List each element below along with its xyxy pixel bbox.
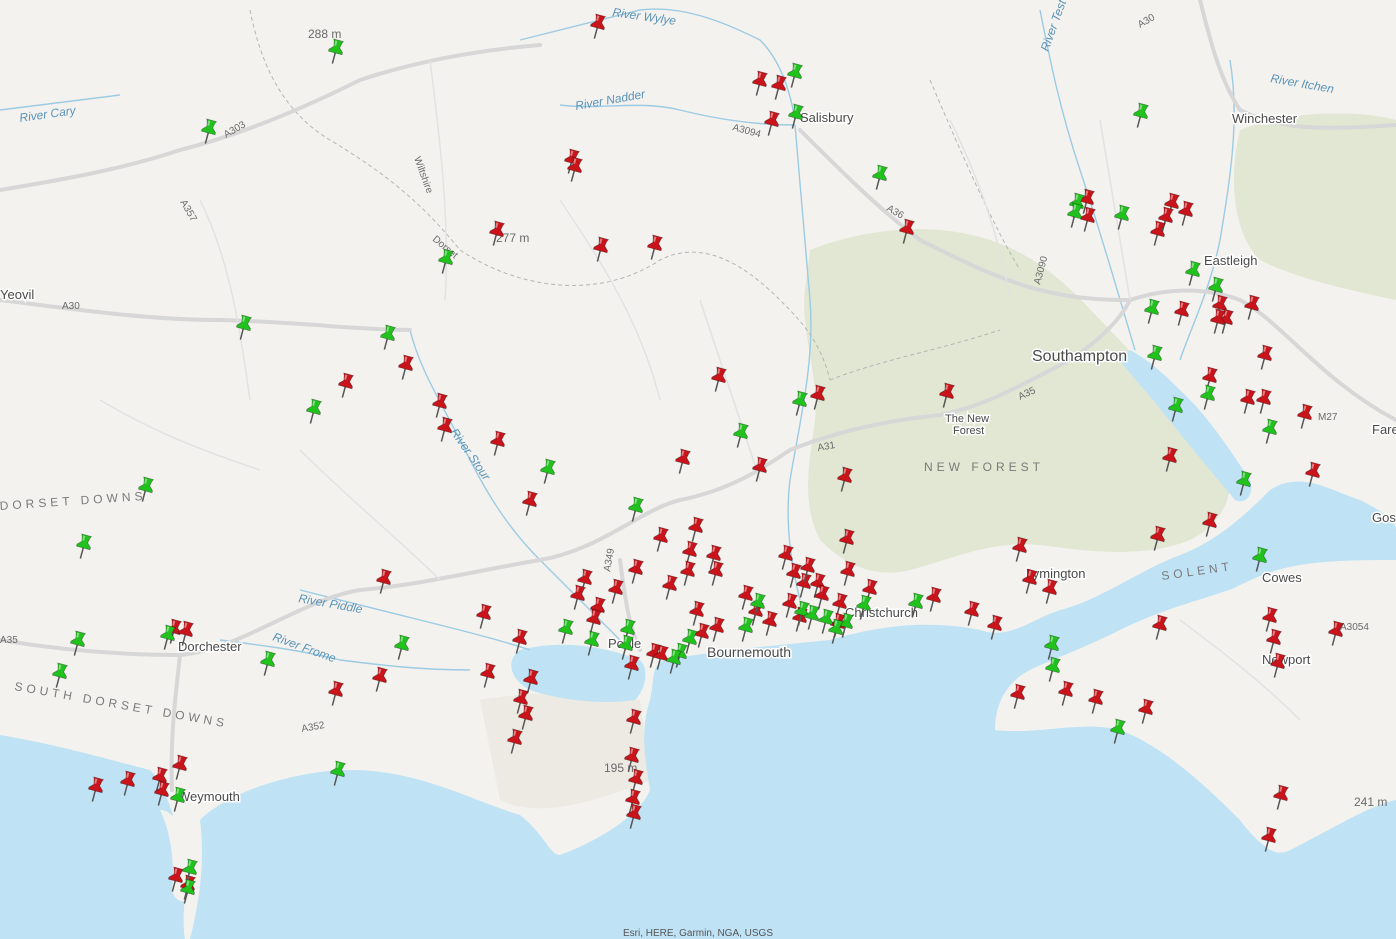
map-canvas[interactable]: River WylyeRiver NadderRiver CaryRiver T… [0, 0, 1396, 939]
place-label: Yeovil [0, 287, 34, 302]
road-label: M27 [1318, 412, 1338, 423]
place-label: Christchurch [845, 605, 918, 620]
place-label: Gos [1372, 510, 1396, 525]
road-label: A30 [62, 301, 80, 312]
place-label: Dorchester [178, 639, 242, 654]
place-label: The New [945, 413, 989, 425]
place-label: Winchester [1232, 111, 1298, 126]
place-label: Fare [1372, 422, 1396, 437]
place-label: Southampton [1032, 348, 1127, 365]
place-label: Newport [1262, 652, 1311, 667]
place-label: Cowes [1262, 570, 1302, 585]
map-attribution: Esri, HERE, Garmin, NGA, USGS [622, 928, 774, 939]
road-label: A3054 [1340, 622, 1369, 633]
height-label: 288 m [308, 27, 341, 41]
place-label: Salisbury [800, 110, 854, 125]
region-label: NEW FOREST [924, 460, 1044, 474]
place-label: Weymouth [178, 789, 240, 804]
height-label: 195 m [604, 761, 637, 775]
height-label: 241 m [1354, 795, 1387, 809]
road-label: A35 [0, 635, 18, 646]
place-label: Bournemouth [707, 644, 791, 660]
place-label: Eastleigh [1204, 253, 1257, 268]
place-label: Forest [953, 425, 984, 437]
